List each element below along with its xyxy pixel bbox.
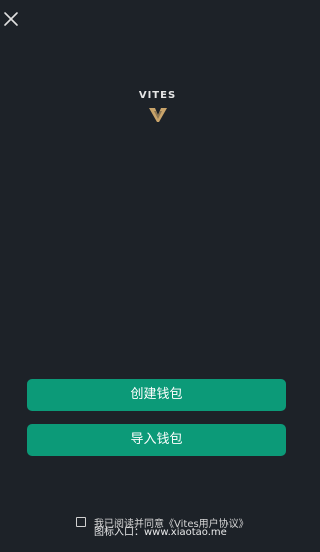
import-wallet-button[interactable]: 导入钱包 [27,424,286,456]
watermark-text: 图标入口：www.xiaotao.me [94,527,227,538]
brand: VITES [0,90,315,124]
close-button[interactable] [3,11,19,27]
agreement-checkbox[interactable] [76,517,86,527]
brand-name: VITES [138,90,177,101]
vites-logo-icon [148,108,167,122]
close-icon [4,12,18,26]
create-wallet-button[interactable]: 创建钱包 [27,379,286,411]
